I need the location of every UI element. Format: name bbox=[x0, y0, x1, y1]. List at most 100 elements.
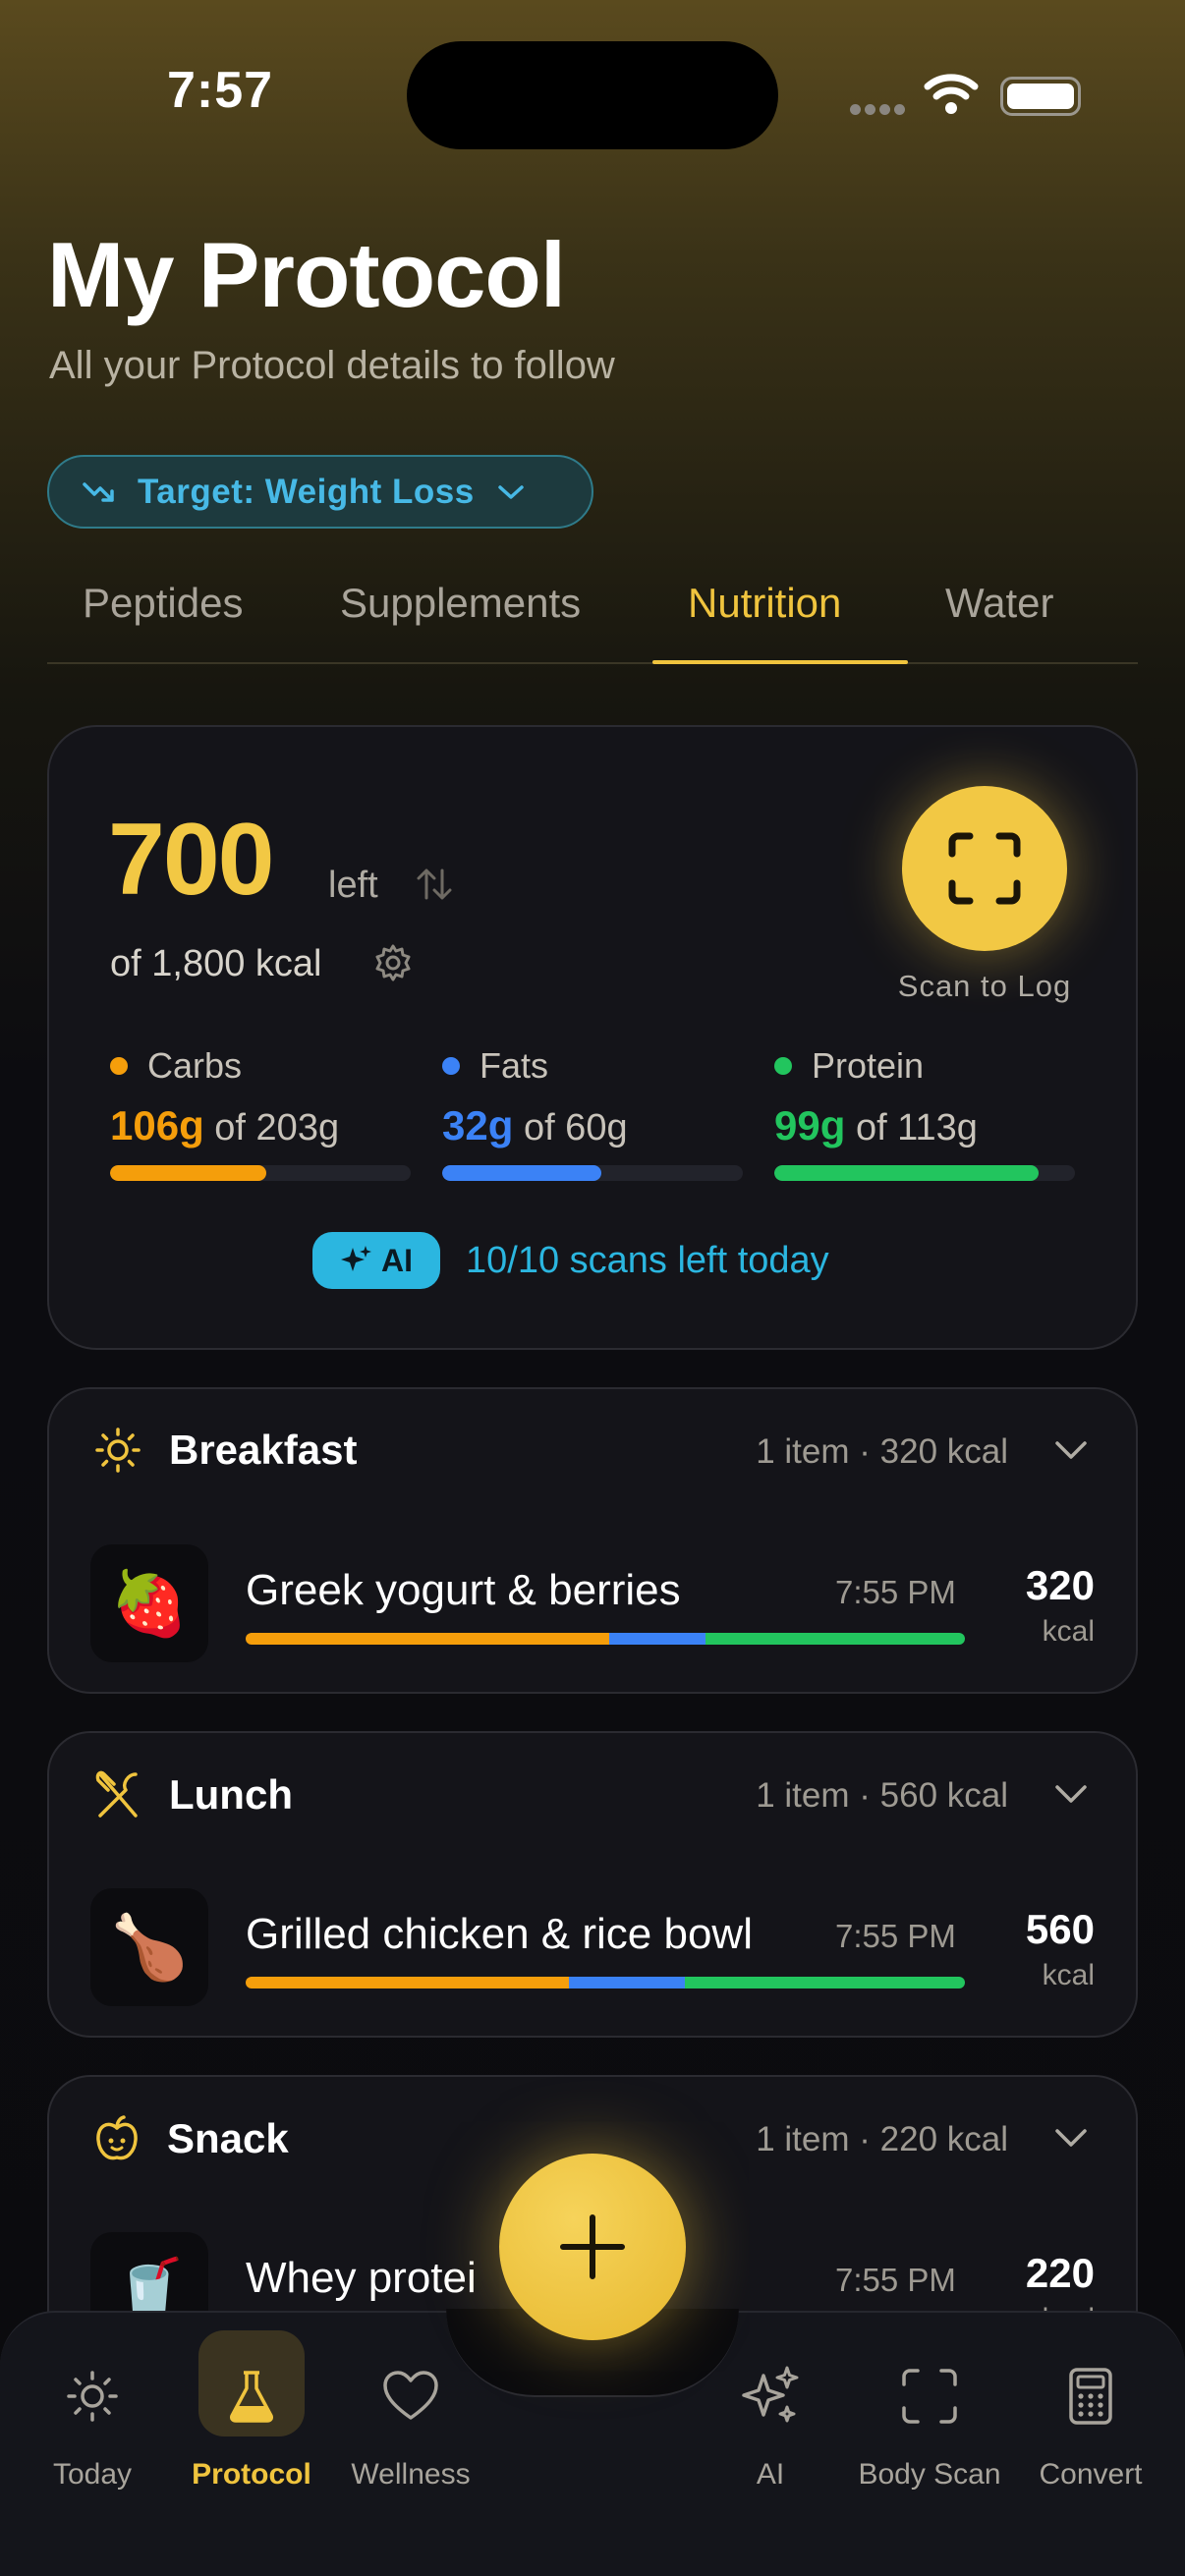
nav-ai[interactable]: AI bbox=[692, 2313, 849, 2492]
battery-icon bbox=[1000, 77, 1081, 116]
food-time: 7:55 PM bbox=[835, 1918, 956, 1954]
sparkles-icon bbox=[742, 2366, 799, 2423]
food-kcal-unit: kcal bbox=[1042, 1959, 1095, 1991]
macro-progress-track bbox=[442, 1165, 743, 1181]
macro-fats: Fats 32g of 60g bbox=[442, 1045, 743, 1181]
meal-meta: 1 item · 560 kcal bbox=[756, 1776, 1008, 1815]
food-kcal-unit: kcal bbox=[1042, 1615, 1095, 1648]
plus-icon bbox=[560, 2214, 625, 2279]
meal-card-lunch[interactable]: Lunch 1 item · 560 kcal 🍗 Grilled chicke… bbox=[47, 1731, 1138, 2038]
calorie-goal: of 1,800 kcal bbox=[110, 943, 322, 984]
macro-progress-fill bbox=[442, 1165, 602, 1181]
bottom-navigation: Today Protocol Wellness AI Body Scan Con… bbox=[0, 2309, 1185, 2576]
trend-down-icon bbox=[83, 481, 114, 502]
dynamic-island bbox=[407, 41, 778, 149]
fats-segment bbox=[569, 1977, 685, 1988]
scan-to-log-label: Scan to Log bbox=[897, 969, 1072, 1003]
food-kcal: 320 bbox=[1025, 1562, 1095, 1608]
macro-carbs: Carbs 106g of 203g bbox=[110, 1045, 411, 1181]
meal-name: Breakfast bbox=[169, 1427, 358, 1473]
food-time: 7:55 PM bbox=[835, 1574, 956, 1610]
food-time: 7:55 PM bbox=[835, 2262, 956, 2298]
heart-icon bbox=[383, 2371, 438, 2420]
wifi-icon bbox=[924, 74, 979, 114]
fats-segment bbox=[608, 1633, 706, 1645]
sparkles-icon bbox=[341, 1246, 371, 1271]
macro-goal: of 203g bbox=[214, 1107, 340, 1148]
macro-name: Fats bbox=[480, 1045, 549, 1086]
meal-name: Lunch bbox=[169, 1771, 293, 1818]
calories-remaining: 700 bbox=[108, 803, 275, 917]
utensils-icon bbox=[95, 1770, 138, 1818]
macro-progress-track bbox=[110, 1165, 411, 1181]
food-name[interactable]: Greek yogurt & berries bbox=[246, 1566, 681, 1615]
chevron-down-icon[interactable] bbox=[1053, 1438, 1089, 1462]
nav-today[interactable]: Today bbox=[14, 2313, 171, 2492]
macro-value: 106g bbox=[110, 1102, 204, 1148]
scan-to-log-button[interactable] bbox=[902, 786, 1067, 951]
target-label: Target: Weight Loss bbox=[138, 472, 475, 511]
target-selector[interactable]: Target: Weight Loss bbox=[47, 455, 593, 529]
macro-progress-fill bbox=[110, 1165, 267, 1181]
swap-vertical-icon[interactable] bbox=[415, 867, 454, 902]
carbs-segment bbox=[246, 1977, 570, 1988]
fats-dot bbox=[442, 1057, 460, 1075]
nav-label: Body Scan bbox=[858, 2458, 1001, 2491]
food-name[interactable]: Grilled chicken & rice bowl bbox=[246, 1910, 753, 1959]
meal-meta: 1 item · 220 kcal bbox=[756, 2120, 1008, 2158]
flask-icon bbox=[230, 2371, 273, 2423]
meal-name: Snack bbox=[167, 2115, 289, 2161]
macro-split-bar bbox=[246, 1633, 965, 1645]
tab-peptides[interactable]: Peptides bbox=[83, 580, 243, 627]
macro-split-bar bbox=[246, 1977, 965, 1988]
chevron-down-icon[interactable] bbox=[1053, 2126, 1089, 2150]
protocol-tabs: Peptides Supplements Nutrition Water bbox=[47, 570, 1138, 664]
ai-scan-row[interactable]: AI 10/10 scans left today bbox=[312, 1232, 829, 1289]
nav-label: Protocol bbox=[192, 2458, 311, 2491]
nav-label: Convert bbox=[1039, 2458, 1143, 2491]
protein-dot bbox=[774, 1057, 792, 1075]
nav-label: Today bbox=[52, 2458, 133, 2491]
macro-value: 32g bbox=[442, 1102, 514, 1148]
tab-supplements[interactable]: Supplements bbox=[340, 580, 581, 627]
nav-protocol[interactable]: Protocol bbox=[173, 2313, 330, 2492]
active-tab-indicator bbox=[652, 660, 908, 664]
page-title: My Protocol bbox=[47, 223, 566, 326]
apple-icon bbox=[96, 2115, 138, 2160]
carbs-dot bbox=[110, 1057, 128, 1075]
food-name[interactable]: Whey protei bbox=[246, 2254, 477, 2303]
ai-badge: AI bbox=[312, 1232, 440, 1289]
meal-card-breakfast[interactable]: Breakfast 1 item · 320 kcal 🍓 Greek yogu… bbox=[47, 1387, 1138, 1694]
food-thumbnail: 🍗 bbox=[90, 1888, 208, 2006]
ai-scans-remaining: 10/10 scans left today bbox=[466, 1239, 829, 1281]
add-entry-button[interactable] bbox=[499, 2154, 686, 2340]
macro-goal: of 113g bbox=[855, 1107, 978, 1148]
remaining-label: left bbox=[328, 865, 378, 906]
page-subtitle: All your Protocol details to follow bbox=[49, 344, 615, 387]
macro-name: Protein bbox=[812, 1045, 925, 1086]
food-thumbnail: 🍓 bbox=[90, 1544, 208, 1662]
chevron-down-icon bbox=[497, 484, 524, 499]
scan-frame-icon bbox=[948, 832, 1021, 905]
ai-badge-label: AI bbox=[381, 1242, 413, 1278]
food-kcal: 220 bbox=[1025, 2250, 1095, 2296]
nav-convert[interactable]: Convert bbox=[1012, 2313, 1169, 2492]
nav-wellness[interactable]: Wellness bbox=[332, 2313, 489, 2492]
status-time: 7:57 bbox=[167, 62, 274, 119]
signal-dots-icon bbox=[850, 102, 909, 116]
protein-segment bbox=[684, 1977, 965, 1988]
scan-icon bbox=[902, 2369, 957, 2424]
macro-value: 99g bbox=[774, 1102, 846, 1148]
chevron-down-icon[interactable] bbox=[1053, 1782, 1089, 1806]
sun-icon bbox=[95, 1428, 141, 1473]
protein-segment bbox=[705, 1633, 965, 1645]
nav-label: AI bbox=[756, 2458, 785, 2491]
calculator-icon bbox=[1069, 2368, 1112, 2425]
meal-meta: 1 item · 320 kcal bbox=[756, 1432, 1008, 1471]
tab-nutrition[interactable]: Nutrition bbox=[688, 580, 841, 627]
gear-icon[interactable] bbox=[373, 943, 413, 982]
macro-name: Carbs bbox=[147, 1045, 243, 1086]
tab-water[interactable]: Water bbox=[945, 580, 1053, 627]
nav-body-scan[interactable]: Body Scan bbox=[851, 2313, 1008, 2492]
food-kcal: 560 bbox=[1025, 1906, 1095, 1952]
